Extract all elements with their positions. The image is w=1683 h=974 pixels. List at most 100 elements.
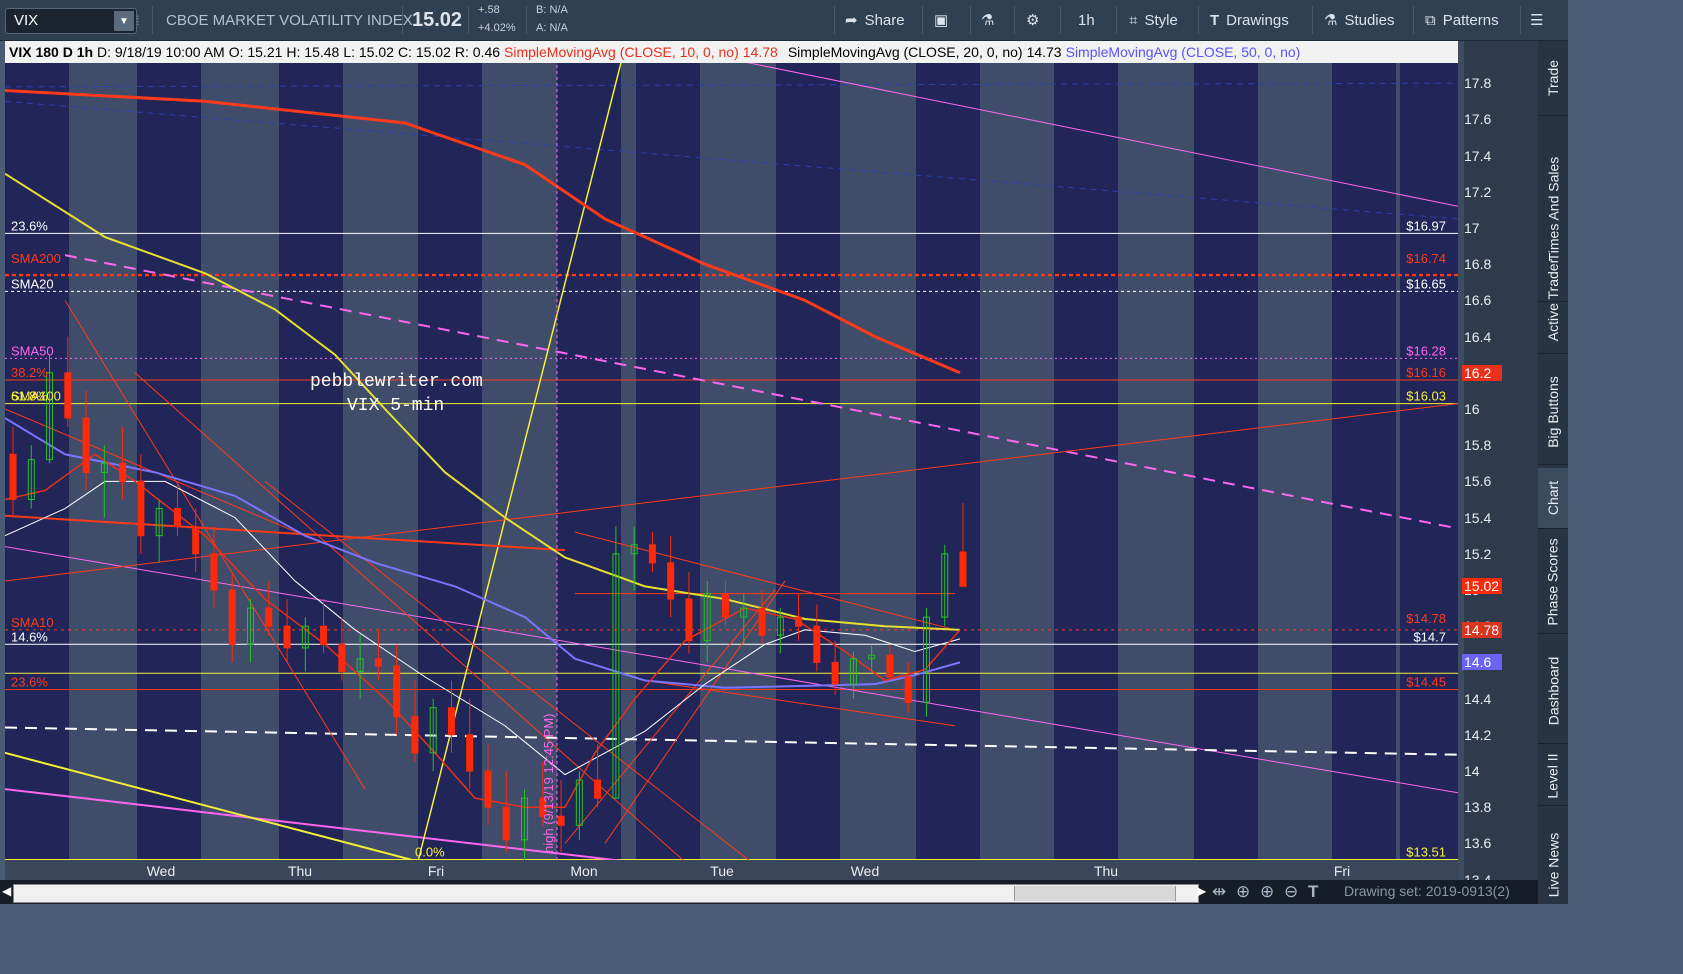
divider — [1413, 6, 1414, 34]
studies-button[interactable]: ⚗ Studies — [1324, 0, 1395, 40]
y-tick-label: 14 — [1464, 763, 1480, 779]
style-button[interactable]: ⌗ Style — [1129, 0, 1178, 40]
candle-body — [64, 372, 72, 419]
fib-label: 23.6% — [11, 675, 48, 690]
divider — [1520, 6, 1521, 34]
horizontal-scrollbar[interactable] — [13, 884, 1199, 903]
share-button[interactable]: ➦ Share — [845, 0, 905, 40]
y-tick-label: 17.2 — [1464, 183, 1492, 200]
night-session-band — [1054, 63, 1118, 860]
divider — [1312, 6, 1313, 34]
chart-legend: VIX 180 D 1h D: 9/18/19 10:00 AM O: 15.2… — [5, 41, 1458, 63]
menu-button[interactable]: ☰ — [1530, 0, 1550, 40]
y-tick-label: 17 — [1464, 220, 1480, 236]
studies-label: Studies — [1344, 11, 1395, 29]
scroll-right-icon[interactable]: ▶ — [1197, 884, 1206, 898]
side-tab-label: Dashboard — [1545, 656, 1561, 726]
y-tick-label: 16.4 — [1464, 328, 1492, 345]
chevron-down-icon[interactable]: ▼ — [114, 11, 134, 31]
side-tab-label: Level II — [1545, 753, 1562, 799]
side-tab-label: Big Buttons — [1545, 375, 1562, 448]
fib-label: 61.8% — [11, 389, 48, 404]
settings-button[interactable]: ⚙ — [1026, 0, 1046, 40]
sma10-level-label: SMA10 — [11, 615, 54, 630]
bid-value: B: N/A — [536, 4, 568, 16]
dashboard-icon: ▣ — [934, 12, 949, 29]
side-tab-chart[interactable]: Chart — [1538, 468, 1568, 529]
side-tab-trade[interactable]: Trade — [1538, 41, 1568, 116]
price-label: $14.7 — [1413, 629, 1446, 644]
y-tick-label: 17.8 — [1464, 75, 1492, 92]
symbol-selector[interactable]: VIX ▼ — [5, 8, 137, 34]
legend-symbol: VIX 180 D 1h — [9, 44, 94, 60]
price-marker: 14.6 — [1462, 654, 1502, 671]
legend-sma10-value: 14.78 — [742, 44, 778, 60]
candle-body — [338, 643, 346, 672]
divider — [468, 6, 469, 34]
price-label: $13.51 — [1406, 845, 1446, 860]
drawing-set-label[interactable]: Drawing set: 2019-0913(2) — [1344, 883, 1510, 899]
night-session-band — [916, 63, 980, 860]
y-tick-label: 17.6 — [1464, 111, 1492, 128]
high-annotation: high (9/13/19 12:45 PM) — [541, 714, 556, 853]
side-tab-dashboard[interactable]: Dashboard — [1538, 639, 1568, 744]
night-session-band — [1194, 63, 1258, 860]
x-tick-label: Tue — [710, 863, 734, 879]
sma200-level-label: SMA200 — [11, 251, 61, 266]
ask-value: A: N/A — [536, 22, 568, 34]
flask-icon: ⚗ — [1324, 12, 1338, 29]
crosshair-icon[interactable]: ⊕ — [1236, 882, 1250, 902]
divider — [526, 6, 527, 34]
candle-body — [557, 815, 565, 826]
scrollbar-thumb[interactable] — [1014, 886, 1176, 901]
price-marker: 14.78 — [1462, 621, 1502, 638]
candle-body — [831, 661, 839, 685]
style-icon: ⌗ — [1129, 11, 1138, 29]
legend-sma20[interactable]: SimpleMovingAvg (CLOSE, 20, 0, no) — [788, 44, 1023, 60]
price-label: $14.45 — [1406, 675, 1446, 690]
candle-body — [192, 526, 200, 555]
side-tab-phase-scores[interactable]: Phase Scores — [1538, 531, 1568, 634]
candle-body — [82, 417, 90, 473]
x-tick-label: Wed — [851, 863, 880, 879]
interval-button[interactable]: 1h — [1078, 0, 1095, 40]
side-tab-level-ii[interactable]: Level II — [1538, 747, 1568, 806]
night-session-band — [137, 63, 201, 860]
right-panel — [1568, 0, 1683, 974]
expand-icon[interactable]: ⇹ — [1212, 882, 1226, 902]
top-toolbar: VIX ▼ ⁞ CBOE MARKET VOLATILITY INDEX 15.… — [0, 0, 1683, 41]
y-tick-label: 15.8 — [1464, 437, 1492, 454]
candle-body — [119, 462, 127, 482]
scroll-left-icon[interactable]: ◀ — [2, 884, 11, 898]
legend-sma10[interactable]: SimpleMovingAvg (CLOSE, 10, 0, no) — [504, 44, 739, 60]
price-label: $16.74 — [1406, 251, 1446, 266]
price-chart[interactable]: 23.6%SMA200SMA20SMA5038.2%SMA10061.8%SMA… — [5, 41, 1458, 920]
chart-settings-button[interactable]: ▣ — [934, 0, 955, 40]
last-price: 15.02 — [412, 8, 463, 31]
window-bottom — [0, 904, 1683, 974]
drawings-button[interactable]: T Drawings — [1210, 0, 1289, 40]
fib-label: 23.6% — [11, 218, 48, 233]
side-tab-active-trader[interactable]: Active Trader — [1538, 246, 1568, 354]
divider — [1116, 6, 1117, 34]
price-label: $16.97 — [1406, 218, 1446, 233]
patterns-button[interactable]: ⧉ Patterns — [1425, 0, 1499, 40]
candle-body — [320, 625, 328, 645]
legend-sma50[interactable]: SimpleMovingAvg (CLOSE, 50, 0, no) — [1066, 44, 1301, 60]
fib-label: 0.0% — [415, 845, 445, 860]
divider — [152, 6, 153, 34]
fib-label: 38.2% — [11, 365, 48, 380]
y-tick-label: 17.4 — [1464, 147, 1492, 164]
drawing-t-icon[interactable]: T — [1308, 882, 1318, 902]
symbol-description: CBOE MARKET VOLATILITY INDEX — [166, 11, 413, 29]
x-tick-label: Mon — [570, 863, 597, 879]
zoom-out-icon[interactable]: ⊖ — [1284, 882, 1298, 902]
studies-lab-button[interactable]: ⚗ — [981, 0, 1001, 40]
side-tab-big-buttons[interactable]: Big Buttons — [1538, 359, 1568, 465]
price-label: $16.65 — [1406, 276, 1446, 291]
divider — [1014, 6, 1015, 34]
legend-sma20-value: 14.73 — [1026, 44, 1062, 60]
link-icon[interactable]: ⁞ — [136, 0, 140, 40]
zoom-in-icon[interactable]: ⊕ — [1260, 882, 1274, 902]
candle-body — [904, 676, 912, 703]
